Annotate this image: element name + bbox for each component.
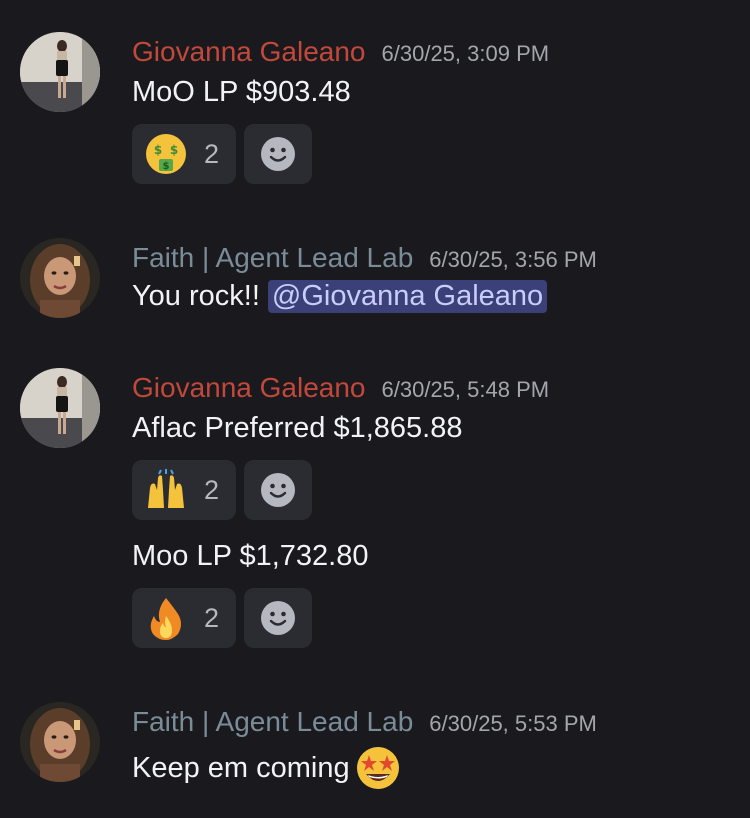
svg-text:$: $: [163, 161, 170, 172]
reaction-bar: 2: [132, 460, 312, 520]
money-mouth-face-icon: $ $ $: [146, 134, 186, 174]
avatar-faith-icon: [20, 238, 100, 318]
add-reaction-button[interactable]: [244, 124, 312, 184]
avatar[interactable]: [20, 368, 100, 448]
author-name[interactable]: Faith | Agent Lead Lab: [132, 242, 413, 274]
message-text: Moo LP $1,732.80: [132, 540, 369, 572]
message-text-content: You rock!!: [132, 280, 260, 312]
chat-message-list: Giovanna Galeano 6/30/25, 3:09 PM MoO LP…: [0, 0, 750, 818]
reaction-fire[interactable]: 2: [132, 588, 236, 648]
message-header: Giovanna Galeano 6/30/25, 5:48 PM: [132, 372, 549, 404]
message-timestamp: 6/30/25, 5:48 PM: [381, 377, 550, 402]
message-text: Aflac Preferred $1,865.88: [132, 412, 463, 444]
star-struck-face-icon: [356, 747, 399, 789]
smiley-add-reaction-icon: [261, 137, 295, 171]
reaction-bar: 2: [132, 588, 312, 648]
reaction-count: 2: [204, 474, 220, 505]
fire-icon: [150, 598, 181, 640]
smiley-add-reaction-icon: [261, 473, 295, 507]
smiley-add-reaction-icon: [261, 601, 295, 635]
user-mention[interactable]: @Giovanna Galeano: [267, 280, 548, 313]
avatar[interactable]: [20, 32, 100, 112]
message-text: Keep em coming: [132, 744, 402, 792]
message-timestamp: 6/30/25, 3:56 PM: [429, 247, 597, 272]
add-reaction-button[interactable]: [244, 588, 312, 648]
message-text: MoO LP $903.48: [132, 76, 351, 108]
avatar-giovanna-icon: [20, 368, 100, 448]
message-header: Faith | Agent Lead Lab 6/30/25, 5:53 PM: [132, 706, 597, 738]
avatar-giovanna-icon: [20, 32, 100, 112]
add-reaction-button[interactable]: [244, 460, 312, 520]
avatar[interactable]: [20, 238, 100, 318]
svg-text:$: $: [154, 143, 162, 157]
message-header: Faith | Agent Lead Lab 6/30/25, 3:56 PM: [132, 242, 597, 274]
author-name[interactable]: Giovanna Galeano: [132, 372, 366, 404]
avatar-faith-icon: [20, 702, 100, 782]
raising-hands-icon: [148, 469, 184, 508]
message-text-content: Keep em coming: [132, 751, 350, 784]
reaction-raising-hands[interactable]: 2: [132, 460, 236, 520]
reaction-count: 2: [204, 602, 220, 633]
message-timestamp: 6/30/25, 3:09 PM: [381, 41, 550, 66]
message-header: Giovanna Galeano 6/30/25, 3:09 PM: [132, 36, 549, 68]
reaction-count: 2: [204, 138, 220, 169]
author-name[interactable]: Faith | Agent Lead Lab: [132, 706, 413, 738]
avatar[interactable]: [20, 702, 100, 782]
author-name[interactable]: Giovanna Galeano: [132, 36, 366, 68]
message-text: You rock!! @Giovanna Galeano: [132, 280, 548, 313]
svg-text:$: $: [170, 143, 178, 157]
message-timestamp: 6/30/25, 5:53 PM: [429, 711, 597, 736]
reaction-bar: $ $ $ 2: [132, 124, 312, 184]
reaction-money-mouth[interactable]: $ $ $ 2: [132, 124, 236, 184]
